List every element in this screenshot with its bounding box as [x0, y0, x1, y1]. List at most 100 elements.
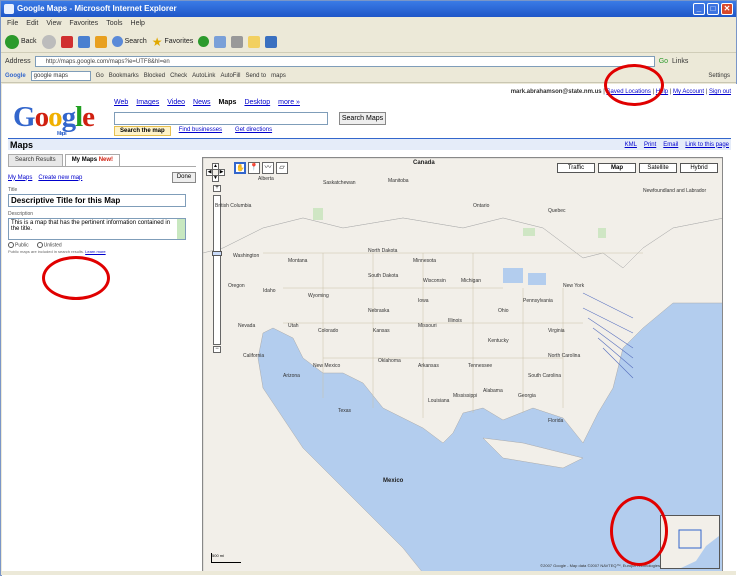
google-logo[interactable]: Google Maps: [13, 101, 95, 137]
zoom-in-icon[interactable]: +: [213, 185, 221, 192]
menu-edit[interactable]: Edit: [26, 20, 38, 28]
zoom-slider[interactable]: [212, 195, 222, 345]
menu-view[interactable]: View: [46, 20, 61, 28]
forward-button[interactable]: [41, 34, 56, 49]
browser-window: Google Maps - Microsoft Internet Explore…: [0, 0, 737, 577]
search-nav: Web Images Video News Maps Desktop more …: [114, 99, 300, 106]
map-type-map[interactable]: Map: [598, 163, 636, 173]
create-new-map-link[interactable]: Create new map: [38, 175, 82, 181]
nav-images[interactable]: Images: [136, 99, 159, 106]
print-icon[interactable]: [231, 35, 244, 48]
description-scrollbar[interactable]: [177, 219, 185, 239]
kml-link[interactable]: KML: [625, 142, 637, 148]
print-link[interactable]: Print: [644, 142, 656, 148]
menu-file[interactable]: File: [7, 20, 18, 28]
nav-desktop[interactable]: Desktop: [244, 99, 270, 106]
google-toolbar-go[interactable]: Go: [96, 73, 104, 79]
map-type-hybrid[interactable]: Hybrid: [680, 163, 718, 173]
map-label: Ohio: [498, 308, 509, 314]
my-maps-link[interactable]: My Maps: [8, 175, 32, 181]
map-label: Kansas: [373, 328, 390, 334]
tab-get-directions[interactable]: Get directions: [230, 126, 277, 136]
map-label: Louisiana: [428, 398, 450, 404]
favorites-button[interactable]: ★ Favorites: [152, 35, 194, 49]
menu-favorites[interactable]: Favorites: [69, 20, 98, 28]
google-toolbar-check[interactable]: Check: [170, 73, 187, 79]
overview-map[interactable]: [660, 515, 720, 569]
google-toolbar-bookmarks[interactable]: Bookmarks: [109, 73, 139, 79]
google-toolbar-autolink[interactable]: AutoLink: [192, 73, 215, 79]
menu-tools[interactable]: Tools: [106, 20, 122, 28]
nav-web[interactable]: Web: [114, 99, 128, 106]
search-maps-button[interactable]: Search Maps: [339, 112, 386, 125]
google-toolbar-autofill[interactable]: AutoFill: [220, 73, 240, 79]
maps-header-bar: Maps KML Print Email Link to this page: [8, 138, 731, 150]
tab-my-maps[interactable]: My Maps New!: [64, 154, 121, 166]
map-label: Mexico: [383, 478, 404, 484]
map-description-input[interactable]: This is a map that has the pertinent inf…: [8, 218, 186, 240]
history-icon[interactable]: [198, 36, 210, 47]
new-badge: New!: [98, 157, 114, 163]
mail-icon[interactable]: [214, 35, 227, 48]
map-label: Nebraska: [368, 308, 390, 314]
go-button[interactable]: Go: [659, 58, 668, 65]
map-label: Georgia: [518, 393, 536, 399]
google-toolbar-send-to[interactable]: Send to: [245, 73, 266, 79]
refresh-icon[interactable]: [77, 35, 90, 48]
stop-icon[interactable]: [60, 35, 73, 48]
link-to-page[interactable]: Link to this page: [685, 142, 729, 148]
map-label: New Mexico: [313, 363, 341, 369]
help-link[interactable]: Help: [656, 89, 668, 95]
close-button[interactable]: ✕: [721, 3, 733, 15]
nav-more[interactable]: more »: [278, 99, 300, 106]
public-radio[interactable]: Public: [8, 242, 29, 248]
maximize-button[interactable]: □: [707, 3, 719, 15]
radio-circle: [36, 242, 43, 248]
maps-search-input[interactable]: [114, 112, 328, 125]
map-label: Nevada: [238, 323, 256, 329]
pan-right-icon[interactable]: ▶: [218, 169, 225, 176]
my-account-link[interactable]: My Account: [673, 89, 704, 95]
map-type-satellite[interactable]: Satellite: [639, 163, 677, 173]
menu-help[interactable]: Help: [131, 20, 145, 28]
map-label: Kentucky: [488, 338, 509, 344]
nav-video[interactable]: Video: [167, 99, 185, 106]
edit-icon[interactable]: [248, 35, 261, 48]
map-label: Montana: [288, 258, 308, 264]
map-canvas: [203, 158, 722, 571]
google-toolbar-brand: Google: [5, 72, 26, 79]
google-toolbar-blocked[interactable]: Blocked: [144, 73, 165, 79]
zoom-slider-handle[interactable]: [212, 251, 222, 256]
google-toolbar-query2[interactable]: maps: [271, 73, 286, 79]
status-bar: [1, 571, 736, 575]
map-label: Saskatchewan: [323, 180, 356, 186]
line-tool-icon[interactable]: 〰: [262, 162, 274, 174]
pan-down-icon[interactable]: ▼: [212, 175, 219, 182]
back-button[interactable]: Back: [5, 34, 37, 49]
address-input[interactable]: http://maps.google.com/maps?ie=UTF8&hl=e…: [34, 55, 655, 67]
google-toolbar-settings[interactable]: Settings: [708, 73, 730, 79]
search-button[interactable]: Search: [111, 36, 147, 47]
unlisted-radio[interactable]: Unlisted: [36, 242, 62, 248]
hand-tool-icon[interactable]: ✋: [234, 162, 246, 174]
map-title-input[interactable]: Descriptive Title for this Map: [8, 194, 186, 207]
sign-out-link[interactable]: Sign out: [709, 89, 731, 95]
done-button[interactable]: Done: [172, 172, 196, 183]
home-icon[interactable]: [94, 35, 107, 48]
map-view[interactable]: ▲ ◀ ▶ ▼ + − ✋ 📍 〰 ▱ Traffic Map Satellit…: [202, 157, 723, 572]
google-toolbar-search-input[interactable]: google maps: [30, 70, 91, 81]
email-link[interactable]: Email: [663, 142, 678, 148]
zoom-out-icon[interactable]: −: [213, 346, 221, 353]
minimize-button[interactable]: _: [693, 3, 705, 15]
shape-tool-icon[interactable]: ▱: [276, 162, 288, 174]
messenger-icon[interactable]: [265, 35, 278, 48]
tab-search-results[interactable]: Search Results: [8, 154, 63, 166]
saved-locations-link[interactable]: Saved Locations: [607, 89, 651, 95]
marker-tool-icon[interactable]: 📍: [248, 162, 260, 174]
map-type-traffic[interactable]: Traffic: [557, 163, 595, 173]
learn-more-link[interactable]: Learn more: [85, 249, 105, 254]
links-button[interactable]: Links: [672, 58, 688, 65]
tab-find-businesses[interactable]: Find businesses: [174, 126, 227, 136]
nav-news[interactable]: News: [193, 99, 211, 106]
tab-search-the-map[interactable]: Search the map: [114, 126, 171, 136]
